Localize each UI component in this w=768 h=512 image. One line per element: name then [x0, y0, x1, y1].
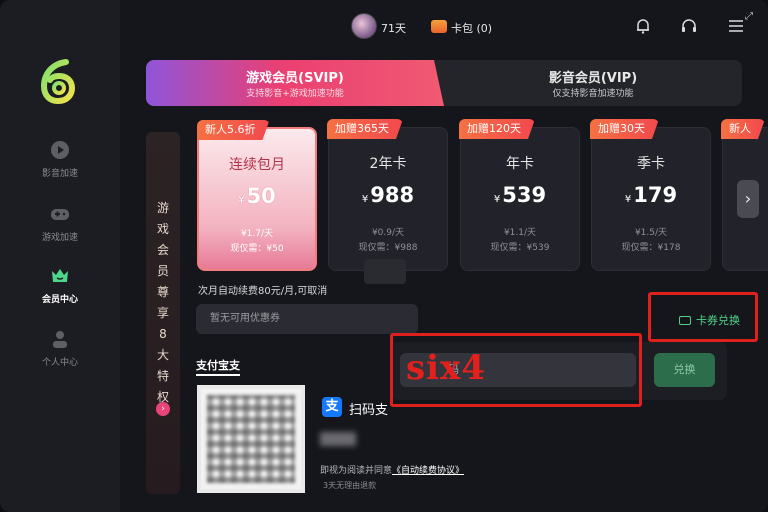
plan-price-value: 988 — [370, 183, 415, 207]
sidebar-item-media[interactable]: 影音加速 — [0, 140, 120, 190]
plan-daily-price: ¥0.9/天 — [371, 228, 405, 238]
sidebar-item-label: 游戏加速 — [41, 233, 78, 243]
sidebar: 影音加速 游戏加速 会员中心 个人中心 — [0, 0, 120, 512]
plan-daily-price: ¥1.1/天 — [503, 228, 537, 238]
wallet-icon[interactable] — [431, 20, 447, 33]
tab-subtitle: 支持影音+游戏加速功能 — [246, 89, 344, 99]
plan-carousel-indicator — [364, 259, 406, 284]
payment-tab-underline — [196, 374, 240, 376]
plan-price-value: 539 — [502, 183, 547, 207]
sidebar-item-game[interactable]: 游戏加速 — [0, 204, 120, 254]
currency-symbol: ¥ — [238, 195, 245, 206]
plan-card-quarterly[interactable]: 加赠30天 季卡 ¥179 ¥1.5/天 现仅需：¥178 — [591, 127, 711, 271]
fullscreen-icon[interactable]: ⤢ — [745, 11, 757, 23]
bell-icon[interactable] — [634, 17, 652, 35]
benefits-banner[interactable]: 游戏会员尊享8大特权 › — [146, 132, 180, 494]
plan-badge: 加赠120天 — [459, 119, 535, 139]
alipay-icon: 支 — [322, 397, 342, 417]
plan-name: 季卡 — [637, 156, 665, 172]
plan-card-annual[interactable]: 加赠120天 年卡 ¥539 ¥1.1/天 现仅需：¥539 — [460, 127, 580, 271]
menu-icon[interactable] — [727, 17, 745, 35]
currency-symbol: ¥ — [493, 194, 501, 205]
plan-name: 连续包月 — [229, 157, 285, 173]
agreement-text: 即视为阅读并同意《自动续费协议》 — [320, 463, 464, 476]
membership-days: 71天 — [381, 22, 406, 35]
next-plans-button[interactable]: › — [737, 180, 759, 218]
tab-game-svip[interactable]: 游戏会员(SVIP) 支持影音+游戏加速功能 — [146, 60, 444, 106]
plan-name: 年卡 — [506, 156, 534, 172]
membership-tabs: 游戏会员(SVIP) 支持影音+游戏加速功能 影音会员(VIP) 仅支持影音加速… — [146, 60, 742, 106]
sidebar-item-label: 个人中心 — [41, 358, 78, 368]
plan-daily-price: ¥1.7/天 — [240, 229, 274, 239]
plan-price: ¥988 — [329, 183, 447, 207]
plan-badge: 加赠30天 — [590, 119, 659, 139]
sidebar-item-membership[interactable]: 会员中心 — [0, 266, 120, 316]
plan-price-value: 179 — [633, 183, 678, 207]
refund-note: 3天无理由退款 — [323, 481, 377, 490]
gamepad-icon — [51, 209, 69, 220]
agreement-prefix: 即视为阅读并同意 — [320, 466, 393, 476]
crown-icon — [52, 269, 68, 282]
tab-title: 影音会员(VIP) — [548, 71, 638, 86]
plan-card-2year[interactable]: 加赠365天 2年卡 ¥988 ¥0.9/天 现仅需：¥988 — [328, 127, 448, 271]
autorenew-agreement-link[interactable]: 《自动续费协议》 — [392, 466, 464, 476]
plan-badge: 新人5.6折 — [197, 120, 270, 140]
plan-badge: 加赠365天 — [327, 119, 403, 139]
app-window: 影音加速 游戏加速 会员中心 个人中心 71天 卡包 (0) ⤢ 游戏会员(SV… — [0, 0, 768, 512]
sidebar-item-label: 影音加速 — [41, 169, 78, 179]
plan-price: ¥179 — [592, 183, 710, 207]
tab-title: 游戏会员(SVIP) — [246, 71, 344, 86]
headset-icon[interactable] — [680, 17, 698, 35]
plan-price-value: 50 — [246, 184, 276, 208]
plan-daily-price: ¥1.5/天 — [634, 228, 668, 238]
chevron-right-icon[interactable]: › — [156, 402, 170, 416]
payment-tab-alipay[interactable]: 支付宝支 — [196, 357, 240, 373]
annotation-text: six4 — [406, 348, 486, 388]
plan-current-price: 现仅需：¥539 — [490, 243, 550, 253]
plan-current-price: 现仅需：¥988 — [358, 243, 418, 253]
wallet-label[interactable]: 卡包 (0) — [451, 20, 492, 36]
sidebar-item-profile[interactable]: 个人中心 — [0, 329, 120, 379]
currency-symbol: ¥ — [624, 194, 632, 205]
highlight-box-exchange — [648, 292, 758, 342]
play-icon — [51, 141, 69, 159]
payment-qr-code — [197, 385, 305, 493]
plan-name: 2年卡 — [369, 156, 407, 172]
plan-current-price: 现仅需：¥178 — [621, 243, 681, 253]
sidebar-item-label: 会员中心 — [41, 295, 78, 305]
autorenew-note: 次月自动续费80元/月,可取消 — [198, 286, 328, 297]
plan-card-monthly[interactable]: 新人5.6折 连续包月 ¥50 ¥1.7/天 现仅需：¥50 — [197, 127, 317, 271]
tab-subtitle: 仅支持影音加速功能 — [552, 89, 634, 99]
tab-media-vip[interactable]: 影音会员(VIP) 仅支持影音加速功能 — [444, 60, 742, 106]
currency-symbol: ¥ — [361, 194, 369, 205]
benefits-text: 游戏会员尊享8大特权 — [157, 201, 170, 404]
avatar[interactable] — [351, 13, 377, 39]
app-logo — [40, 59, 76, 104]
scan-pay-label: 扫码支 — [349, 403, 389, 418]
plan-current-price: 现仅需：¥50 — [230, 244, 284, 254]
user-icon — [53, 331, 67, 348]
plan-badge: 新人 — [721, 119, 765, 139]
blurred-amount — [320, 432, 356, 446]
plan-price: ¥539 — [461, 183, 579, 207]
redeem-button[interactable]: 兑换 — [654, 353, 715, 387]
plan-price: ¥50 — [199, 184, 315, 208]
coupon-select[interactable]: 暂无可用优惠券 — [196, 304, 418, 334]
